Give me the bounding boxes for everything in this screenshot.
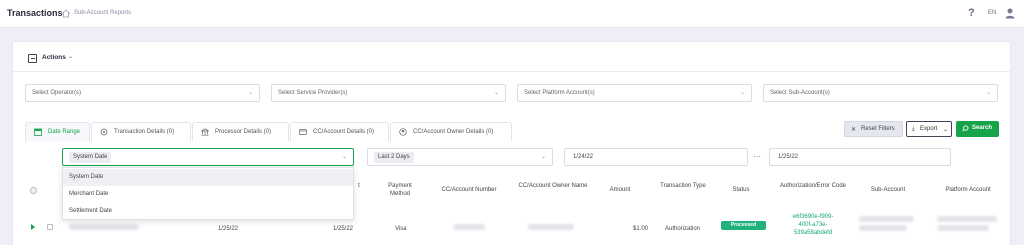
service-provider-select[interactable]: Select Service Provider(s) ⌄ bbox=[271, 84, 506, 102]
auth-code-link[interactable]: e6f3690e-f909-400f-a73e-539a58abdefd bbox=[788, 213, 838, 237]
redacted-value bbox=[937, 225, 989, 231]
row-payment-method: Visa bbox=[395, 226, 407, 232]
column-header-transaction-type[interactable]: Transaction Type bbox=[658, 182, 708, 190]
card-icon bbox=[299, 129, 307, 135]
start-date-input[interactable]: 1/24/22 bbox=[564, 148, 748, 166]
reset-filters-button[interactable]: ✕ Reset Filters bbox=[844, 121, 903, 137]
end-date-input[interactable]: 1/25/22 bbox=[769, 148, 951, 166]
chevron-down-icon: ⌄ bbox=[493, 90, 499, 96]
dropdown-option-system-date[interactable]: System Date bbox=[63, 169, 353, 186]
column-header-t[interactable]: t bbox=[353, 182, 365, 190]
row-date: 1/25/22 bbox=[333, 226, 354, 232]
user-circle-icon bbox=[399, 128, 407, 136]
operator-select[interactable]: Select Operator(s) ⌄ bbox=[25, 84, 260, 102]
export-button[interactable]: ⤓ Export ⌄ bbox=[906, 121, 952, 137]
dropdown-option-merchant-date[interactable]: Merchant Date bbox=[63, 186, 353, 203]
search-button[interactable]: Search bbox=[956, 121, 999, 137]
row-amount: $1.00 bbox=[633, 226, 649, 232]
date-type-select[interactable]: System Date ⌄ bbox=[62, 148, 354, 166]
search-icon bbox=[962, 125, 969, 132]
main-card: Actions ⌄ Select Operator(s) ⌄ Select Se… bbox=[12, 41, 1011, 245]
column-header-account-number[interactable]: CC/Account Number bbox=[434, 186, 504, 194]
chevron-down-icon: ⌄ bbox=[247, 90, 253, 96]
select-all-checkbox[interactable] bbox=[30, 187, 37, 194]
tab-processor-details[interactable]: Processor Details (0) bbox=[192, 122, 289, 141]
calendar-icon bbox=[34, 128, 42, 136]
row-date: 1/25/22 bbox=[218, 226, 239, 232]
breadcrumb[interactable]: Sub-Account Reports bbox=[74, 10, 131, 16]
bank-icon bbox=[201, 128, 209, 136]
divider bbox=[13, 71, 1010, 72]
chevron-down-icon: ⌄ bbox=[739, 90, 745, 96]
page-title: Transactions bbox=[7, 8, 63, 18]
help-icon[interactable]: ? bbox=[968, 7, 975, 19]
redacted-value bbox=[937, 216, 997, 222]
gear-icon bbox=[100, 128, 108, 136]
date-range-select[interactable]: Last 2 Days ⌄ bbox=[367, 148, 553, 166]
home-icon[interactable] bbox=[61, 9, 71, 18]
tab-date-range[interactable]: Date Range bbox=[25, 122, 90, 141]
top-bar: Transactions Sub-Account Reports ? EN bbox=[0, 0, 1024, 28]
dropdown-option-settlement-date[interactable]: Settlement Date bbox=[63, 203, 353, 220]
redacted-value bbox=[453, 224, 485, 230]
redacted-value bbox=[69, 224, 139, 230]
status-badge: Processed bbox=[721, 221, 766, 230]
actions-menu-button[interactable]: Actions bbox=[42, 54, 66, 61]
tab-cc-account-owner-details[interactable]: CC/Account Owner Details (0) bbox=[390, 122, 512, 141]
user-icon[interactable] bbox=[1004, 7, 1016, 19]
expand-row-icon[interactable] bbox=[31, 224, 35, 230]
redacted-value bbox=[859, 216, 914, 222]
chevron-down-icon: ⌄ bbox=[985, 90, 991, 96]
chevron-down-icon[interactable]: ⌄ bbox=[68, 53, 73, 60]
column-header-status[interactable]: Status bbox=[726, 186, 756, 194]
chevron-down-icon: ⌄ bbox=[540, 154, 546, 160]
platform-account-select[interactable]: Select Platform Account(s) ⌄ bbox=[517, 84, 752, 102]
tab-transaction-details[interactable]: Transaction Details (0) bbox=[91, 122, 191, 141]
column-header-auth-code[interactable]: Authorization/Error Code bbox=[773, 182, 853, 190]
row-checkbox[interactable] bbox=[47, 224, 53, 230]
chevron-down-icon: ⌄ bbox=[341, 154, 347, 160]
chevron-down-icon: ⌄ bbox=[943, 127, 949, 133]
date-type-dropdown: System Date Merchant Date Settlement Dat… bbox=[62, 167, 354, 220]
sub-account-select[interactable]: Select Sub-Account(s) ⌄ bbox=[763, 84, 998, 102]
date-separator: ··· bbox=[753, 152, 761, 161]
column-header-payment-method[interactable]: Payment Method bbox=[379, 182, 421, 198]
language-selector[interactable]: EN bbox=[988, 10, 996, 16]
close-icon: ✕ bbox=[851, 127, 857, 133]
redacted-value bbox=[528, 224, 574, 230]
row-transaction-type: Authorization bbox=[665, 226, 701, 232]
column-header-sub-account[interactable]: Sub-Account bbox=[863, 186, 913, 194]
column-header-amount[interactable]: Amount bbox=[605, 186, 635, 194]
redacted-value bbox=[859, 225, 907, 231]
actions-icon[interactable] bbox=[28, 54, 37, 63]
download-icon: ⤓ bbox=[912, 126, 915, 132]
column-header-platform-account[interactable]: Platform Account bbox=[933, 186, 1003, 194]
column-header-owner-name[interactable]: CC/Account Owner Name bbox=[513, 182, 593, 190]
tab-cc-account-details[interactable]: CC/Account Details (0) bbox=[290, 122, 389, 141]
